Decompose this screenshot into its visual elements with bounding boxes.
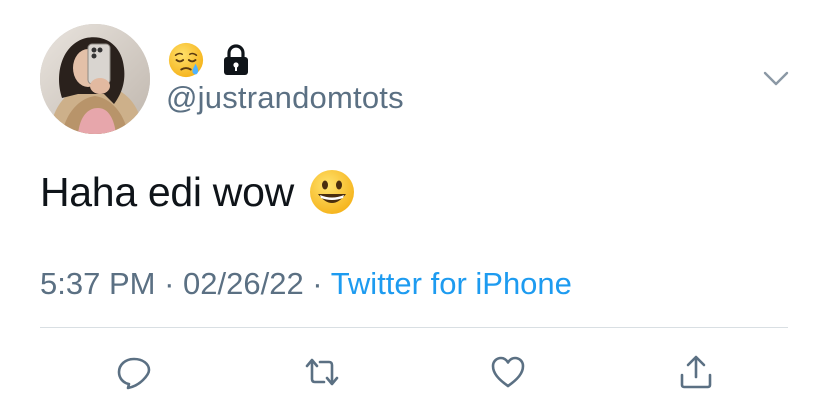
divider: [40, 327, 788, 328]
sleepy-face-emoji: [168, 42, 204, 78]
tweet-source-link[interactable]: Twitter for iPhone: [331, 266, 572, 301]
grinning-face-emoji: [309, 170, 354, 214]
meta-separator: ·: [303, 266, 331, 301]
tweet-meta: 5:37 PM · 02/26/22 · Twitter for iPhone: [40, 266, 572, 302]
retweet-icon: [305, 358, 339, 386]
avatar[interactable]: [40, 24, 150, 134]
tweet-body: Haha edi wow: [40, 168, 294, 215]
user-handle[interactable]: @justrandomtots: [166, 80, 404, 116]
like-button[interactable]: [488, 352, 528, 392]
tweet-date[interactable]: 02/26/22: [183, 266, 304, 301]
tweet-text: Haha edi wow: [40, 168, 356, 216]
share-button[interactable]: [676, 352, 716, 392]
chevron-down-icon[interactable]: [760, 64, 792, 92]
share-icon: [680, 355, 712, 389]
meta-separator: ·: [155, 266, 184, 301]
retweet-button[interactable]: [302, 352, 342, 392]
heart-icon: [491, 356, 525, 388]
display-name: [167, 40, 253, 80]
reply-icon: [117, 357, 151, 390]
tweet-time[interactable]: 5:37 PM: [40, 266, 155, 301]
reply-button[interactable]: [114, 352, 154, 392]
lock-icon: [224, 44, 248, 75]
